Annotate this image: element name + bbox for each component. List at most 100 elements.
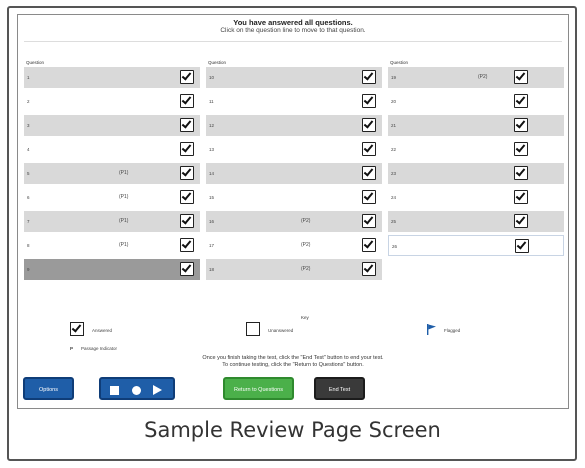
- question-row[interactable]: 8 (P1): [24, 235, 200, 256]
- question-number: 8: [27, 243, 30, 248]
- question-row[interactable]: 17 (P2): [206, 235, 382, 256]
- question-row[interactable]: 1: [24, 67, 200, 88]
- question-row[interactable]: 13: [206, 139, 382, 160]
- question-row[interactable]: 4: [24, 139, 200, 160]
- question-row[interactable]: 22: [388, 139, 564, 160]
- question-number: 14: [209, 171, 215, 176]
- check-icon: [362, 118, 376, 132]
- header-instruction: Click on the question line to move to th…: [220, 27, 366, 34]
- play-icon[interactable]: [153, 385, 162, 395]
- figure-frame: You have answered all questions. Click o…: [7, 6, 577, 461]
- check-icon: [180, 142, 194, 156]
- key-unanswered-label: Unanswered: [268, 328, 294, 333]
- check-icon: [180, 214, 194, 228]
- question-row[interactable]: 5 (P1): [24, 163, 200, 184]
- column-label: Question: [208, 60, 227, 65]
- end-test-instructions: Once you finish taking the test, click t…: [18, 355, 568, 369]
- review-screen: You have answered all questions. Click o…: [17, 14, 569, 409]
- review-header: You have answered all questions. Click o…: [18, 18, 568, 35]
- check-icon: [362, 94, 376, 108]
- passage-letter: P: [70, 346, 74, 351]
- check-icon: [180, 94, 194, 108]
- passage-indicator: (P1): [119, 242, 129, 248]
- question-number: 26: [392, 244, 398, 249]
- question-number: 3: [27, 123, 30, 128]
- check-icon: [180, 166, 194, 180]
- check-icon: [514, 142, 528, 156]
- question-row[interactable]: 2: [24, 91, 200, 112]
- question-row[interactable]: 12: [206, 115, 382, 136]
- question-row[interactable]: 7 (P1): [24, 211, 200, 232]
- check-icon: [514, 190, 528, 204]
- passage-indicator: (P2): [301, 266, 311, 272]
- question-number: 17: [209, 243, 215, 248]
- question-column-3: Question 19 (P2) 20 21 22 23 24 25 26: [388, 60, 564, 259]
- check-icon: [362, 70, 376, 84]
- question-row[interactable]: 6 (P1): [24, 187, 200, 208]
- question-number: 18: [209, 267, 215, 272]
- check-icon: [362, 214, 376, 228]
- header-status: You have answered all questions.: [233, 18, 353, 27]
- question-row[interactable]: 19 (P2): [388, 67, 564, 88]
- question-row[interactable]: 20: [388, 91, 564, 112]
- question-number: 13: [209, 147, 215, 152]
- check-icon: [362, 262, 376, 276]
- check-icon: [514, 94, 528, 108]
- question-number: 4: [27, 147, 30, 152]
- passage-indicator: (P1): [119, 194, 129, 200]
- question-row[interactable]: 9: [24, 259, 200, 280]
- passage-indicator-label: Passage Indicator: [81, 346, 118, 351]
- question-number: 5: [27, 171, 30, 176]
- stop-icon[interactable]: [110, 386, 119, 395]
- header-divider: [24, 41, 562, 42]
- key-answered-label: Answered: [92, 328, 113, 333]
- return-to-questions-button[interactable]: Return to Questions: [223, 377, 294, 400]
- question-row[interactable]: 21: [388, 115, 564, 136]
- question-row[interactable]: 14: [206, 163, 382, 184]
- check-icon: [362, 142, 376, 156]
- instruction-line-2: To continue testing, click the "Return t…: [222, 362, 364, 368]
- passage-indicator: (P2): [301, 242, 311, 248]
- question-number: 23: [391, 171, 397, 176]
- question-row[interactable]: 3: [24, 115, 200, 136]
- options-button[interactable]: Options: [23, 377, 74, 400]
- column-label: Question: [26, 60, 45, 65]
- question-number: 10: [209, 75, 215, 80]
- question-row[interactable]: 18 (P2): [206, 259, 382, 280]
- question-row[interactable]: 10: [206, 67, 382, 88]
- question-row[interactable]: 15: [206, 187, 382, 208]
- check-icon: [180, 262, 194, 276]
- instruction-line-1: Once you finish taking the test, click t…: [202, 355, 384, 361]
- question-number: 22: [391, 147, 397, 152]
- check-icon: [362, 190, 376, 204]
- key-flagged-label: Flagged: [444, 328, 461, 333]
- check-icon: [514, 118, 528, 132]
- passage-indicator-key: P Passage Indicator: [70, 346, 117, 351]
- passage-indicator: (P2): [301, 218, 311, 224]
- question-number: 9: [27, 267, 30, 272]
- passage-indicator: (P1): [119, 170, 129, 176]
- record-icon[interactable]: [132, 386, 141, 395]
- question-row[interactable]: 24: [388, 187, 564, 208]
- question-number: 25: [391, 219, 397, 224]
- check-icon: [180, 190, 194, 204]
- key-title: Key: [301, 315, 309, 320]
- question-number: 7: [27, 219, 30, 224]
- question-number: 19: [391, 75, 397, 80]
- end-test-button[interactable]: End Test: [314, 377, 365, 400]
- question-row[interactable]: 16 (P2): [206, 211, 382, 232]
- check-icon: [180, 118, 194, 132]
- question-row[interactable]: 25: [388, 211, 564, 232]
- media-controls[interactable]: [99, 377, 175, 400]
- question-row[interactable]: 11: [206, 91, 382, 112]
- passage-indicator: (P2): [478, 74, 488, 80]
- question-number: 2: [27, 99, 30, 104]
- check-icon: [514, 166, 528, 180]
- check-icon: [362, 238, 376, 252]
- question-number: 21: [391, 123, 397, 128]
- check-icon: [180, 238, 194, 252]
- check-icon: [514, 70, 528, 84]
- check-icon: [514, 214, 528, 228]
- question-row[interactable]: 23: [388, 163, 564, 184]
- question-row[interactable]: 26: [388, 235, 564, 256]
